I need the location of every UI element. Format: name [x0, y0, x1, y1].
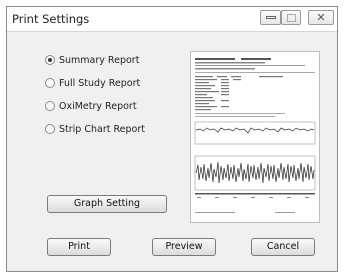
radio-label: Strip Chart Report: [59, 123, 145, 135]
print-settings-dialog: Print Settings ✕ Summary Report Full Stu…: [6, 6, 338, 272]
radio-label: Full Study Report: [59, 77, 141, 89]
radio-oximetry-report[interactable]: OxiMetry Report: [45, 99, 137, 113]
radio-icon: [45, 55, 55, 65]
radio-icon: [45, 101, 55, 111]
maximize-icon: [287, 14, 296, 22]
preview-button[interactable]: Preview: [152, 238, 216, 256]
minimize-button[interactable]: [260, 10, 281, 25]
maximize-button[interactable]: [281, 10, 301, 25]
radio-label: Summary Report: [59, 54, 140, 66]
radio-summary-report[interactable]: Summary Report: [45, 53, 139, 67]
window-title: Print Settings: [12, 12, 90, 26]
radio-icon: [45, 124, 55, 134]
cancel-button[interactable]: Cancel: [251, 238, 315, 256]
close-icon: ✕: [316, 11, 326, 24]
report-preview-image: [194, 58, 316, 213]
radio-icon: [45, 78, 55, 88]
print-button[interactable]: Print: [47, 238, 111, 256]
radio-strip-chart-report[interactable]: Strip Chart Report: [45, 122, 145, 136]
close-button[interactable]: ✕: [308, 10, 334, 25]
radio-label: OxiMetry Report: [59, 100, 137, 112]
title-bar: Print Settings ✕: [7, 7, 337, 32]
radio-full-study-report[interactable]: Full Study Report: [45, 76, 140, 90]
report-preview-thumbnail: [190, 51, 320, 223]
minimize-icon: [266, 16, 276, 19]
graph-setting-button[interactable]: Graph Setting: [47, 195, 167, 213]
